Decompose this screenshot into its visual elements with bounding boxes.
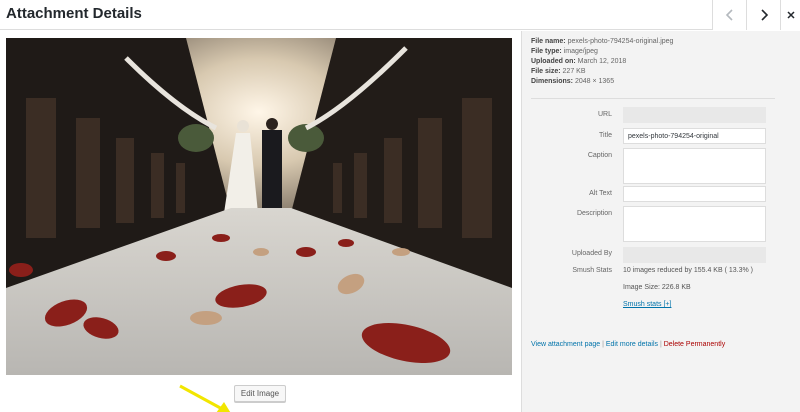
- view-attachment-page-link[interactable]: View attachment page: [531, 341, 600, 348]
- edit-image-button[interactable]: Edit Image: [234, 385, 286, 402]
- modal-header: Attachment Details: [0, 0, 800, 30]
- dimensions-label: Dimensions:: [531, 78, 574, 85]
- file-type-row: File type: image/jpeg: [531, 47, 673, 57]
- divider: [531, 98, 775, 99]
- smush-summary: 10 images reduced by 155.4 KB ( 13.3% ): [623, 267, 753, 274]
- close-button[interactable]: [780, 0, 800, 30]
- smush-stats-label: Smush Stats: [572, 267, 612, 274]
- description-field[interactable]: [623, 206, 766, 242]
- dimensions-value: 2048 × 1365: [574, 78, 615, 85]
- file-type-label: File type:: [531, 48, 562, 55]
- media-pane: Edit Image: [0, 31, 521, 412]
- uploaded-by-field: [623, 247, 766, 263]
- title-field[interactable]: pexels-photo-794254-original: [623, 128, 766, 144]
- caption-label: Caption: [587, 152, 612, 159]
- smush-stats-link[interactable]: Smush stats [+]: [623, 301, 671, 308]
- smush-image-size: Image Size: 226.8 KB: [623, 284, 691, 291]
- file-name-value: pexels-photo-794254-original.jpeg: [567, 38, 674, 45]
- uploaded-on-value: March 12, 2018: [577, 58, 627, 65]
- uploaded-on-row: Uploaded on: March 12, 2018: [531, 57, 673, 67]
- chevron-right-icon: [760, 9, 768, 21]
- attachment-image: [6, 38, 512, 375]
- previous-attachment-button[interactable]: [712, 0, 746, 30]
- file-name-row: File name: pexels-photo-794254-original.…: [531, 37, 673, 47]
- title-value: pexels-photo-794254-original: [628, 133, 719, 140]
- file-name-label: File name:: [531, 38, 566, 45]
- edit-more-details-link[interactable]: Edit more details: [606, 341, 658, 348]
- file-type-value: image/jpeg: [563, 48, 598, 55]
- file-size-label: File size:: [531, 68, 561, 75]
- chevron-left-icon: [725, 9, 733, 21]
- uploaded-by-label: Uploaded By: [571, 250, 612, 257]
- attachment-actions: View attachment page | Edit more details…: [531, 341, 725, 348]
- caption-field[interactable]: [623, 148, 766, 184]
- uploaded-on-label: Uploaded on:: [531, 58, 576, 65]
- delete-permanently-link[interactable]: Delete Permanently: [664, 341, 725, 348]
- page-title: Attachment Details: [6, 5, 142, 22]
- file-size-value: 227 KB: [562, 68, 586, 75]
- description-label: Description: [576, 210, 612, 217]
- close-icon: [786, 11, 795, 19]
- url-label: URL: [597, 111, 612, 118]
- next-attachment-button[interactable]: [746, 0, 780, 30]
- alt-text-label: Alt Text: [589, 190, 612, 197]
- dimensions-row: Dimensions: 2048 × 1365: [531, 77, 673, 87]
- file-size-row: File size: 227 KB: [531, 67, 673, 77]
- title-label: Title: [599, 132, 612, 139]
- arrow-icon: [179, 384, 231, 412]
- url-field[interactable]: [623, 107, 766, 123]
- alt-text-field[interactable]: [623, 186, 766, 202]
- attachment-details-panel: File name: pexels-photo-794254-original.…: [521, 31, 800, 412]
- file-info: File name: pexels-photo-794254-original.…: [531, 37, 673, 87]
